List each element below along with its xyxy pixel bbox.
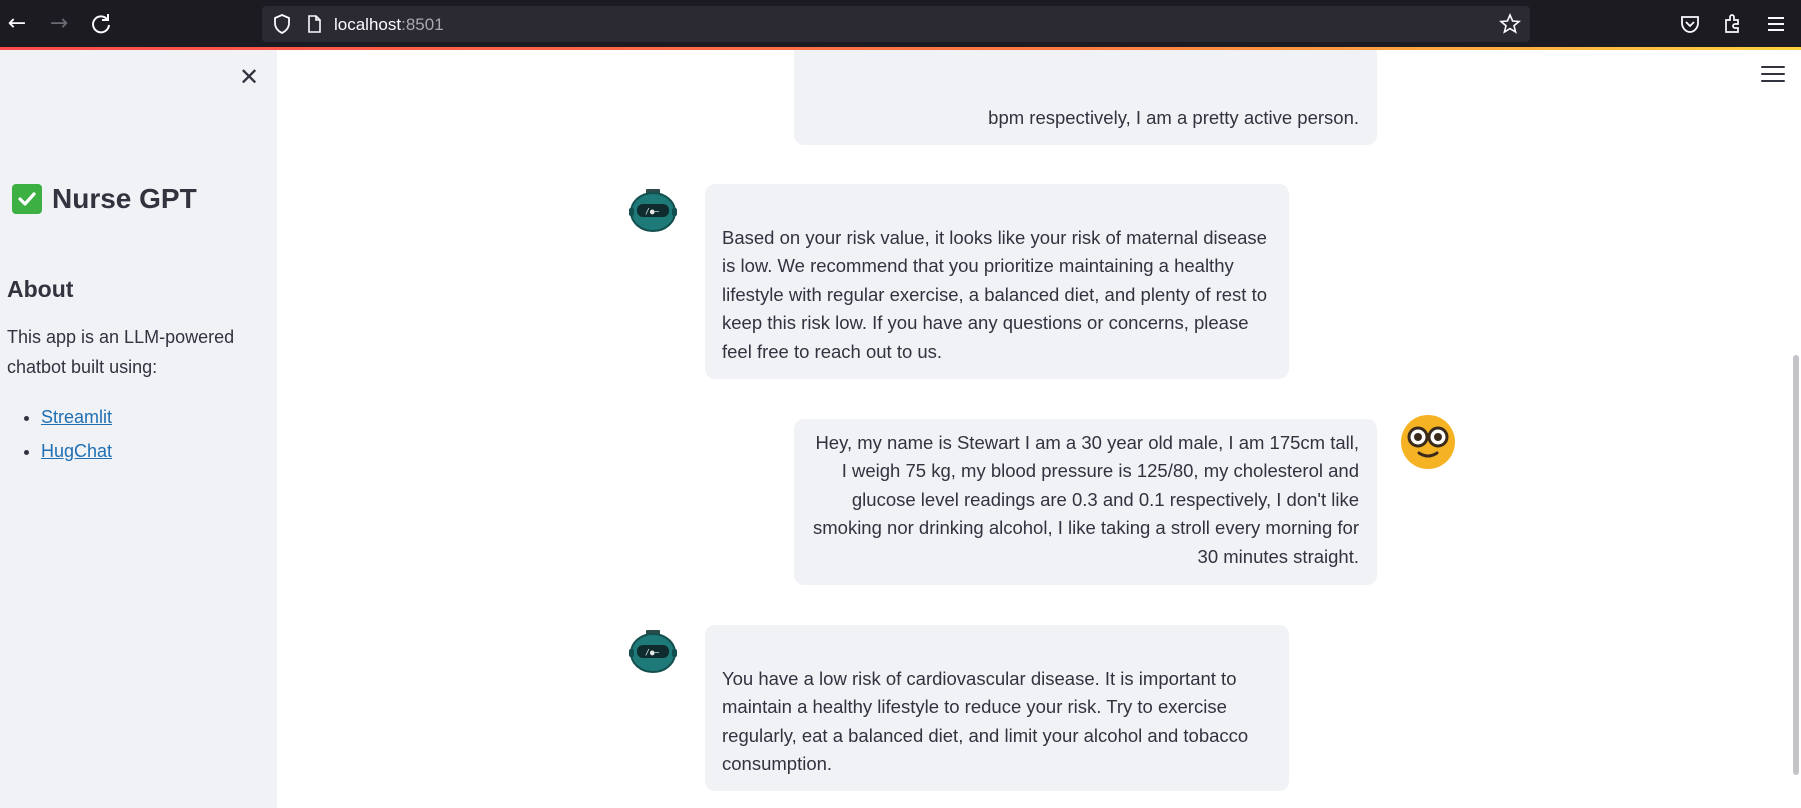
scrollbar-thumb[interactable] (1793, 355, 1799, 775)
nerd-face-icon (1400, 414, 1456, 475)
sidebar: ✕ Nurse GPT About This app is an LLM-pow… (0, 50, 277, 808)
url-bar[interactable]: localhost:8501 (262, 6, 1530, 42)
message-text: You have a low risk of cardiovascular di… (722, 668, 1249, 775)
user-message: Hey, my name is Stewart I am a 30 year o… (794, 419, 1377, 585)
close-sidebar-icon[interactable]: ✕ (236, 64, 262, 90)
svg-text:/●~: /●~ (645, 648, 660, 657)
message-text: bpm respectively, I am a pretty active p… (988, 107, 1359, 128)
assistant-message: You have a low risk of cardiovascular di… (705, 625, 1289, 791)
assistant-message: Based on your risk value, it looks like … (705, 184, 1289, 379)
robot-icon: /●~ (628, 629, 678, 678)
back-icon[interactable]: ← (4, 11, 30, 37)
browser-menu-icon[interactable] (1763, 11, 1789, 37)
svg-text:/●~: /●~ (645, 207, 660, 216)
about-links-list: Streamlit HugChat (0, 402, 112, 470)
streamlit-link[interactable]: Streamlit (41, 407, 112, 427)
forward-icon[interactable]: → (46, 11, 72, 37)
list-item: HugChat (41, 436, 112, 470)
user-message: bpm respectively, I am a pretty active p… (794, 50, 1377, 145)
message-text: Hey, my name is Stewart I am a 30 year o… (813, 432, 1359, 567)
bookmark-star-icon[interactable] (1498, 12, 1522, 36)
page-icon (302, 12, 326, 36)
browser-toolbar: ← → localhost:8501 (0, 0, 1801, 47)
chat-main: bpm respectively, I am a pretty active p… (277, 50, 1801, 808)
app-title-text: Nurse GPT (52, 183, 197, 214)
about-text: This app is an LLM-powered chatbot built… (7, 327, 235, 377)
reload-icon[interactable] (88, 11, 114, 37)
app-menu-icon[interactable] (1761, 66, 1785, 86)
message-text: Based on your risk value, it looks like … (722, 227, 1268, 362)
pocket-icon[interactable] (1677, 11, 1703, 37)
check-mark-icon (12, 184, 42, 214)
scrollbar[interactable] (1791, 100, 1801, 808)
extensions-icon[interactable] (1720, 11, 1746, 37)
about-heading: About (7, 276, 74, 302)
shield-icon[interactable] (270, 12, 294, 36)
hugchat-link[interactable]: HugChat (41, 441, 112, 461)
url-text[interactable]: localhost:8501 (334, 15, 444, 35)
app-title: Nurse GPT (12, 183, 197, 215)
list-item: Streamlit (41, 402, 112, 436)
robot-icon: /●~ (628, 188, 678, 237)
